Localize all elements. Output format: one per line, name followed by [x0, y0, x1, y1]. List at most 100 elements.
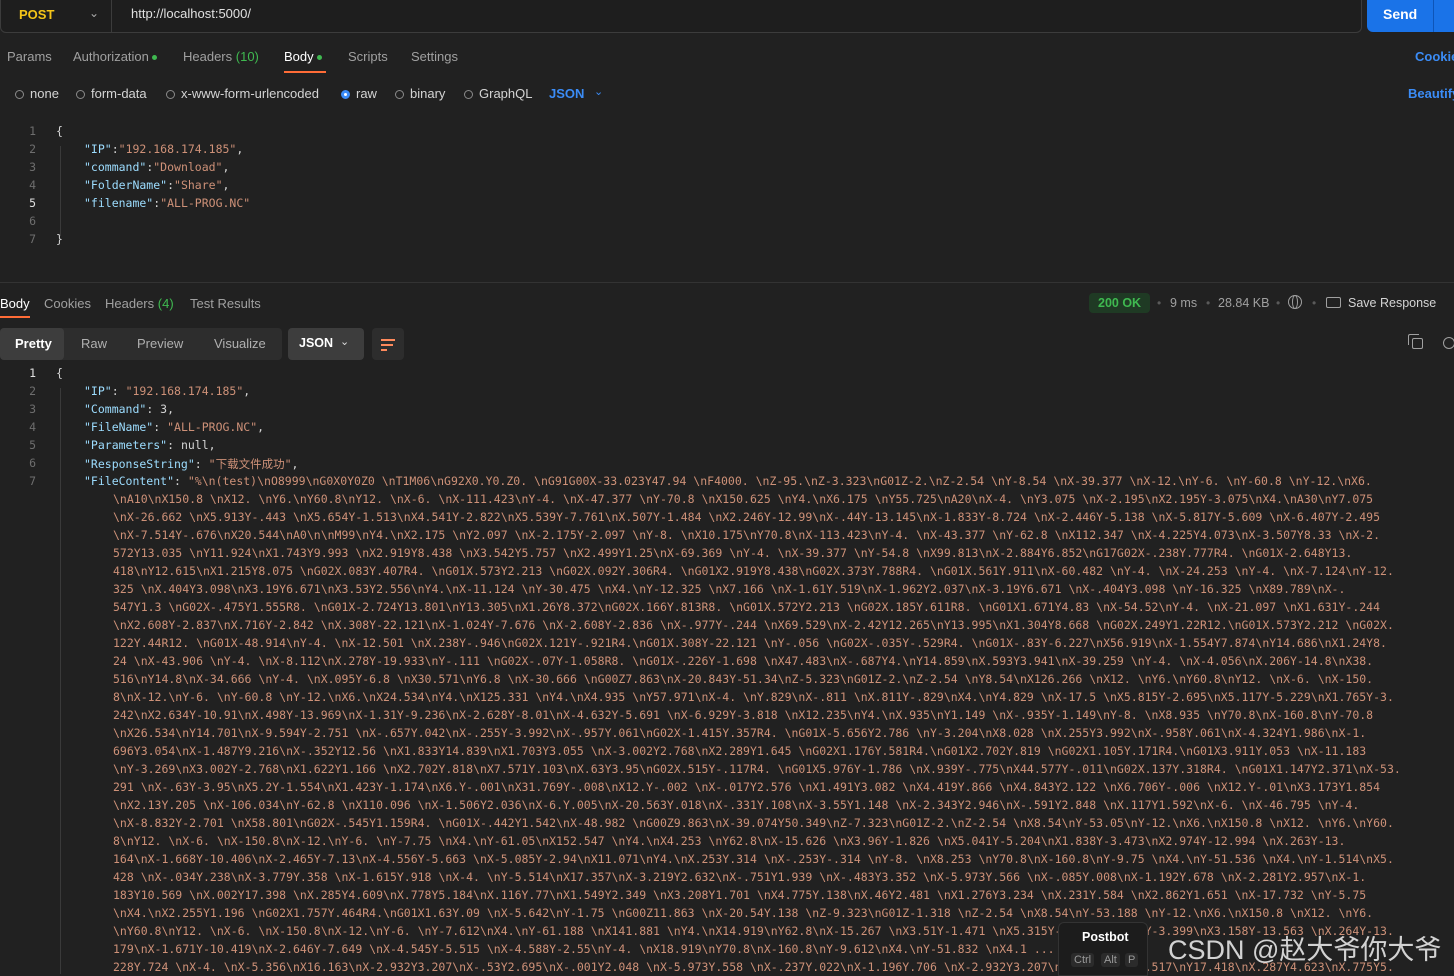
wrap-lines-button[interactable] [372, 328, 404, 360]
json-sep: : [146, 402, 161, 416]
search-icon[interactable] [1443, 337, 1454, 349]
json-sep: : [153, 420, 168, 434]
filecontent-line: 325 \nX.404Y3.098\nX3.19Y6.671\nX3.53Y2.… [113, 582, 1346, 596]
tab-response-headers[interactable]: Headers (4) [105, 296, 174, 311]
wrap-icon [381, 344, 393, 346]
view-visualize[interactable]: Visualize [214, 336, 266, 351]
json-key: "IP" [84, 142, 112, 156]
tab-body-label: Body [284, 49, 314, 64]
code-line: "FileContent": "%\n(test)\nO8999\nG0X0Y0… [84, 474, 1444, 488]
code-line: "filename":"ALL-PROG.NC" [84, 196, 250, 210]
tab-authorization[interactable]: Authorization [73, 49, 157, 64]
response-size[interactable]: 28.84 KB [1218, 296, 1269, 310]
send-button[interactable]: Send [1367, 0, 1454, 32]
json-sep: : [111, 384, 126, 398]
filecontent-line: 164\nX-1.668Y-10.406\nX-2.465Y-7.13\nX-4… [113, 852, 1394, 866]
globe-icon[interactable] [1288, 295, 1302, 309]
copy-icon[interactable] [1408, 334, 1423, 349]
code-line: "IP":"192.168.174.185", [84, 142, 243, 156]
radio-form-data[interactable]: form-data [76, 86, 147, 101]
tab-response-body[interactable]: Body [0, 296, 30, 311]
json-sep: , [222, 160, 230, 174]
indent-guide [60, 388, 61, 974]
headers-count: (10) [235, 49, 259, 64]
postbot-button[interactable]: Postbot Ctrl Alt P [1058, 922, 1148, 976]
tab-params[interactable]: Params [7, 49, 52, 64]
cookies-link[interactable]: Cookie [1415, 49, 1454, 64]
body-format-select[interactable]: JSON [549, 86, 584, 101]
radio-icon [395, 90, 404, 99]
tab-response-cookies[interactable]: Cookies [44, 296, 91, 311]
code-line: "Command": 3, [84, 402, 174, 416]
chevron-down-icon[interactable]: ⌄ [594, 85, 603, 98]
radio-raw[interactable]: raw [341, 86, 377, 101]
status-badge[interactable]: 200 OK [1089, 293, 1151, 313]
json-value: "192.168.174.185" [125, 384, 244, 398]
tab-scripts[interactable]: Scripts [348, 49, 388, 64]
response-format-label: JSON [299, 336, 334, 350]
view-preview[interactable]: Preview [137, 336, 183, 351]
radio-graphql-label: GraphQL [479, 86, 533, 101]
view-raw[interactable]: Raw [81, 336, 107, 351]
filecontent-line: \nX4.\nX2.255Y1.196 \nG02X1.757Y.464R4.\… [113, 906, 1374, 920]
json-key: "Parameters" [84, 438, 168, 452]
shortcut-key: Alt [1101, 953, 1120, 967]
response-body-viewer[interactable]: 1 2 3 4 5 6 7 { "IP": "192.168.174.185",… [0, 364, 1454, 974]
filecontent-line: 242\nX2.634Y-10.91\nX.498Y-13.969\nX-1.3… [113, 708, 1374, 722]
line-number: 7 [29, 474, 36, 488]
wrap-icon [381, 339, 395, 341]
shortcut-key: P [1125, 953, 1139, 967]
filecontent-line: \nY-3.269\nX3.002Y-2.768\nX1.622Y1.166 \… [113, 762, 1401, 776]
active-tab-indicator [0, 316, 30, 318]
save-response-button[interactable]: Save Response [1348, 296, 1436, 310]
json-sep: , [257, 420, 265, 434]
tab-settings[interactable]: Settings [411, 49, 458, 64]
tab-headers[interactable]: Headers (10) [183, 49, 259, 64]
radio-urlencoded[interactable]: x-www-form-urlencoded [166, 86, 319, 101]
filecontent-line: \nX2.608Y-2.837\nX.716Y-2.842 \nX.308Y-2… [113, 618, 1394, 632]
response-time[interactable]: 9 ms [1170, 296, 1197, 310]
json-sep: : [174, 474, 188, 488]
method-select[interactable]: POST ⌄ [1, 0, 112, 32]
line-number: 5 [29, 196, 36, 210]
view-mode-selector: Pretty Raw Preview Visualize [0, 328, 282, 360]
view-pretty[interactable]: Pretty [0, 328, 64, 360]
separator-dot: • [1312, 296, 1317, 310]
filecontent-line: 516\nY14.8\nX-34.666 \nY-4. \nX.095Y-6.8… [113, 672, 1374, 686]
radio-graphql[interactable]: GraphQL [464, 86, 532, 101]
watermark: CSDN @赵大爷你大爷 [1168, 935, 1442, 965]
line-number: 1 [29, 124, 36, 138]
shortcut-key: Ctrl [1071, 953, 1095, 967]
url-input[interactable]: http://localhost:5000/ [131, 6, 251, 21]
line-number: 6 [29, 214, 36, 228]
response-view-toolbar: Pretty Raw Preview Visualize JSON ⌄ [0, 328, 1454, 360]
tab-test-results[interactable]: Test Results [190, 296, 261, 311]
radio-binary[interactable]: binary [395, 86, 445, 101]
radio-icon [76, 90, 85, 99]
pane-divider[interactable] [0, 282, 1454, 283]
filecontent-line: \nA10\nX150.8 \nX12. \nY6.\nY60.8\nY12. … [113, 492, 1374, 506]
json-value: "Download" [153, 160, 223, 174]
json-value: "%\n(test)\nO8999\nG0X0Y0Z0 \nT1M06\nG92… [187, 474, 1372, 488]
json-sep: , [167, 402, 175, 416]
filecontent-line: 428 \nX-.034Y.238\nX-3.779Y.358 \nX-1.61… [113, 870, 1367, 884]
separator-dot: • [1276, 296, 1281, 310]
json-sep: : [167, 178, 175, 192]
radio-none-label: none [30, 86, 59, 101]
separator-dot: • [1206, 296, 1211, 310]
tab-body[interactable]: Body [284, 49, 322, 64]
radio-icon [15, 90, 24, 99]
json-key: "FolderName" [84, 178, 168, 192]
line-number: 5 [29, 438, 36, 452]
radio-none[interactable]: none [15, 86, 59, 101]
filecontent-line: 24 \nX-43.906 \nY-4. \nX-8.112\nX.278Y-1… [113, 654, 1374, 668]
filecontent-line: \nX-26.662 \nX5.913Y-.443 \nX5.654Y-1.51… [113, 510, 1381, 524]
save-icon[interactable] [1326, 297, 1341, 308]
beautify-button[interactable]: Beautify [1408, 86, 1454, 101]
json-sep: , [236, 142, 244, 156]
filecontent-line: 183Y10.569 \nX.002Y17.398 \nX.285Y4.609\… [113, 888, 1367, 902]
radio-selected-icon [341, 90, 350, 99]
response-format-select[interactable]: JSON ⌄ [288, 328, 364, 360]
tab-headers-label: Headers [183, 49, 233, 64]
request-body-editor[interactable]: 1 2 3 4 5 6 7 { "IP":"192.168.174.185", … [0, 122, 1454, 252]
